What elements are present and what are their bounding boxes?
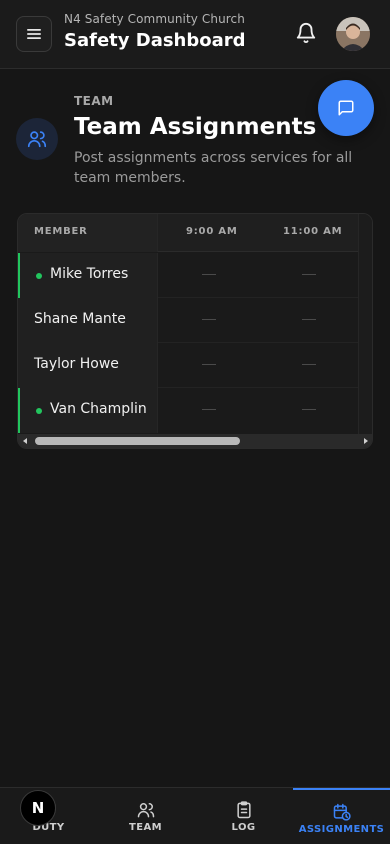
nav-assignments[interactable]: ASSIGNMENTS [293, 788, 390, 844]
nav-team[interactable]: TEAM [97, 788, 194, 844]
nav-label: LOG [231, 822, 256, 833]
table-header: MEMBER 9:00 AM 11:00 AM [18, 214, 372, 252]
bell-icon[interactable] [295, 22, 317, 44]
status-dot [36, 273, 42, 279]
column-header-11am: 11:00 AM [283, 226, 343, 237]
section-eyebrow: TEAM [74, 94, 114, 108]
empty-slot-9am[interactable] [202, 274, 216, 275]
dev-badge[interactable]: N [20, 790, 56, 826]
team-section-icon [16, 118, 58, 160]
hamburger-icon [27, 29, 41, 39]
bottom-nav: DUTY TEAM LOG ASSIGNMENTS [0, 787, 390, 844]
column-header-9am: 9:00 AM [186, 226, 238, 237]
app-header: N4 Safety Community Church Safety Dashbo… [0, 0, 390, 69]
horizontal-scrollbar[interactable] [18, 434, 372, 448]
table-row[interactable]: Shane Mante [18, 298, 372, 343]
calendar-clock-icon [333, 803, 351, 821]
chat-button[interactable] [318, 80, 374, 136]
member-name: Taylor Howe [34, 356, 119, 372]
nav-label: ASSIGNMENTS [298, 824, 385, 835]
empty-slot-9am[interactable] [202, 409, 216, 410]
avatar[interactable] [336, 17, 370, 51]
active-indicator [18, 388, 20, 433]
scrollbar-thumb[interactable] [35, 437, 240, 445]
users-icon [137, 803, 154, 818]
member-name: Mike Torres [50, 266, 129, 282]
scroll-right-icon[interactable] [362, 437, 370, 445]
empty-slot-11am[interactable] [302, 364, 316, 365]
nav-log[interactable]: LOG [195, 788, 292, 844]
avatar-photo [336, 17, 370, 51]
assignments-table[interactable]: MEMBER 9:00 AM 11:00 AM Mike Torres Shan… [17, 213, 373, 449]
status-dot [36, 408, 42, 414]
scroll-left-icon[interactable] [21, 437, 29, 445]
active-indicator [18, 253, 20, 298]
empty-slot-11am[interactable] [302, 274, 316, 275]
member-name: Shane Mante [34, 311, 126, 327]
table-row[interactable]: Taylor Howe [18, 343, 372, 388]
empty-slot-11am[interactable] [302, 319, 316, 320]
empty-slot-9am[interactable] [202, 319, 216, 320]
empty-slot-9am[interactable] [202, 364, 216, 365]
table-row[interactable]: Van Champlin [18, 388, 372, 433]
column-header-member: MEMBER [34, 226, 88, 237]
screen: N4 Safety Community Church Safety Dashbo… [0, 0, 390, 844]
org-name: N4 Safety Community Church [64, 12, 245, 26]
nav-label: TEAM [129, 822, 162, 833]
section-title: Team Assignments [74, 114, 317, 140]
clipboard-icon [236, 801, 251, 819]
page-title: Safety Dashboard [64, 30, 246, 51]
section-description: Post assignments across services for all… [74, 150, 353, 186]
table-row[interactable]: Mike Torres [18, 253, 372, 298]
next-column-edge [358, 214, 372, 434]
empty-slot-11am[interactable] [302, 409, 316, 410]
chat-icon [338, 100, 354, 116]
member-name: Van Champlin [50, 401, 147, 417]
users-icon [27, 131, 47, 148]
menu-button[interactable] [16, 16, 52, 52]
